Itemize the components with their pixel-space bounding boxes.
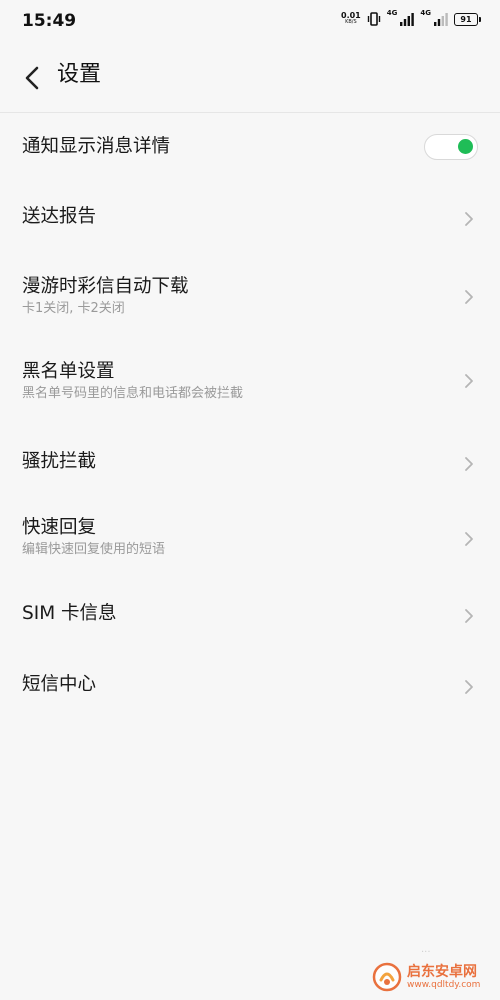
page-title: 设置 (57, 62, 102, 87)
setting-roaming-mms[interactable]: 漫游时彩信自动下载 卡1关闭, 卡2关闭 (0, 255, 500, 339)
chevron-right-icon (465, 457, 473, 471)
setting-subtitle: 编辑快速回复使用的短语 (22, 542, 166, 557)
setting-quick-reply[interactable]: 快速回复 编辑快速回复使用的短语 (0, 497, 500, 583)
chevron-right-icon (465, 532, 473, 546)
setting-sms-center[interactable]: 短信中心 (0, 655, 500, 727)
setting-delivery-report[interactable]: 送达报告 (0, 183, 500, 255)
net-speed-unit: KB/S (345, 19, 357, 25)
chevron-right-icon (465, 212, 473, 226)
signal-icon (400, 12, 415, 26)
net-speed-value: 0.01 (341, 11, 361, 20)
sim1-network-label: 4G (386, 9, 398, 17)
setting-subtitle: 卡1关闭, 卡2关闭 (22, 301, 125, 316)
status-icons: 0.01 KB/S 4G 4G 91 (341, 9, 481, 26)
toggle-knob (458, 139, 473, 154)
vibrate-icon (367, 12, 380, 26)
setting-harassment-block[interactable]: 骚扰拦截 (0, 425, 500, 497)
battery-icon: 91 (454, 12, 481, 26)
signal-icon (434, 12, 448, 26)
back-button[interactable] (12, 58, 52, 98)
watermark-name: 启东安卓网 (407, 964, 477, 980)
watermark-logo-icon (372, 962, 402, 992)
setting-title: 短信中心 (22, 674, 97, 695)
setting-subtitle: 黑名单号码里的信息和电话都会被拦截 (22, 386, 244, 401)
setting-notification-details[interactable]: 通知显示消息详情 (0, 113, 500, 183)
chevron-right-icon (465, 290, 473, 304)
setting-sim-info[interactable]: SIM 卡信息 (0, 583, 500, 655)
chevron-right-icon (465, 680, 473, 694)
sim2-network-label: 4G (420, 9, 431, 17)
setting-title: 通知显示消息详情 (22, 136, 171, 157)
setting-title: 送达报告 (22, 206, 97, 227)
battery-level: 91 (460, 14, 472, 24)
header: 设置 (0, 44, 500, 112)
watermark-url: www.qdltdy.com (407, 980, 481, 990)
watermark-faint-mark: ... (421, 944, 431, 955)
status-time: 15:49 (22, 11, 77, 31)
status-bar: 15:49 0.01 KB/S 4G 4G 91 (0, 0, 500, 44)
setting-title: 黑名单设置 (22, 361, 115, 382)
chevron-right-icon (465, 374, 473, 388)
setting-title: SIM 卡信息 (22, 603, 117, 624)
settings-list: 通知显示消息详情 送达报告 漫游时彩信自动下载 卡1关闭, 卡2关闭 黑名单设置… (0, 113, 500, 727)
setting-title: 快速回复 (22, 517, 97, 538)
setting-title: 骚扰拦截 (22, 451, 97, 472)
watermark: 启东安卓网 www.qdltdy.com (372, 962, 480, 992)
setting-title: 漫游时彩信自动下载 (22, 276, 189, 297)
chevron-right-icon (465, 609, 473, 623)
chevron-left-icon (25, 66, 39, 90)
setting-blacklist[interactable]: 黑名单设置 黑名单号码里的信息和电话都会被拦截 (0, 339, 500, 425)
network-speed: 0.01 KB/S (341, 12, 361, 26)
notification-details-toggle[interactable] (424, 134, 478, 160)
